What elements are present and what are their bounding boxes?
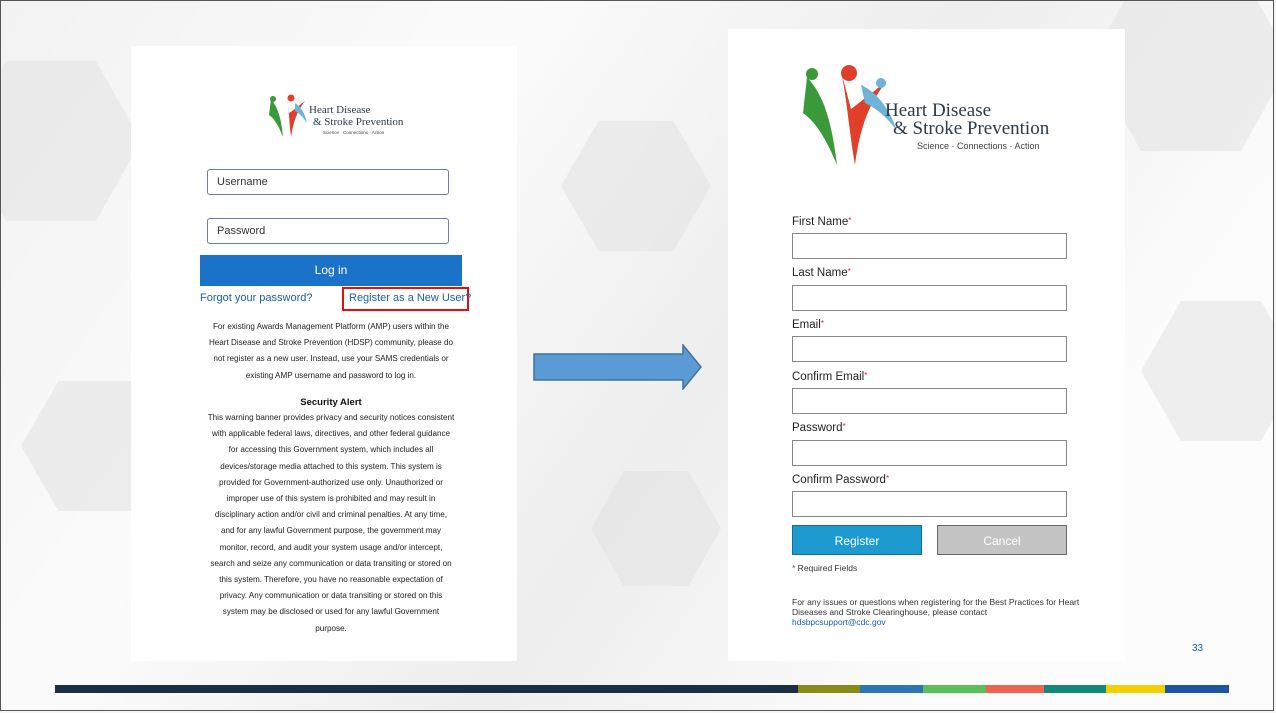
label-text: Confirm Email [792, 371, 865, 383]
footer-bar-segment [55, 685, 798, 693]
amp-users-notice: For existing Awards Management Platform … [191, 319, 471, 384]
required-marker: * [842, 422, 846, 431]
logo-figures-icon [269, 94, 307, 137]
logo-line1: Heart Disease [309, 104, 371, 116]
required-note-text: Required Fields [795, 563, 858, 573]
confirm-password-input[interactable] [792, 491, 1067, 517]
password-label: Password* [792, 422, 846, 434]
security-line: purpose. [315, 623, 347, 633]
required-marker: * [885, 474, 890, 483]
first-name-label: First Name* [792, 216, 851, 228]
email-label: Email* [792, 319, 824, 331]
background-hexagon [591, 471, 721, 586]
security-line: for accessing this Government system, wh… [228, 445, 434, 455]
security-line: search and seize any communication or da… [210, 558, 452, 568]
security-line: devices/storage media attached to this s… [220, 461, 442, 471]
right-arrow-icon [533, 344, 702, 390]
footer-bar-segment [923, 685, 986, 693]
logo-line2: & Stroke Prevention [313, 116, 404, 128]
contact-text: For any issues or questions when registe… [792, 597, 1080, 617]
support-contact-text: For any issues or questions when registe… [792, 597, 1082, 627]
label-text: Last Name [792, 267, 848, 279]
cancel-button[interactable]: Cancel [937, 525, 1067, 555]
background-hexagon [1141, 301, 1273, 441]
label-text: Email [792, 319, 821, 331]
confirm-email-label: Confirm Email* [792, 371, 867, 383]
register-new-user-link[interactable]: Register as a New User? [349, 292, 471, 304]
last-name-input[interactable] [792, 285, 1067, 311]
security-line: improper use of this system is prohibite… [226, 494, 436, 504]
required-marker: * [820, 319, 824, 328]
required-marker: * [848, 216, 852, 225]
notice-line: not register as a new user. Instead, use… [213, 354, 449, 364]
required-fields-note: * Required Fields [792, 563, 857, 573]
register-button[interactable]: Register [792, 525, 922, 555]
footer-bar-segment [860, 685, 923, 693]
logo-tagline: Science · Connections · Action [323, 130, 385, 135]
notice-line: Heart Disease and Stroke Prevention (HDS… [208, 338, 454, 348]
security-alert-text: This warning banner provides privacy and… [191, 410, 471, 637]
background-hexagon [561, 121, 711, 251]
security-line: with applicable federal laws, directives… [211, 429, 450, 439]
hdsp-logo-small: Heart Disease & Stroke Prevention Scienc… [267, 93, 407, 143]
page-number: 33 [1192, 643, 1204, 654]
security-alert-title: Security Alert [300, 397, 362, 408]
footer-bar-segment [1165, 685, 1229, 693]
security-line: this system. Therefore, you have no reas… [219, 575, 443, 585]
label-text: Confirm Password [792, 474, 886, 486]
label-text: Password [792, 422, 843, 434]
forgot-password-link[interactable]: Forgot your password? [200, 292, 313, 304]
confirm-email-input[interactable] [792, 388, 1067, 414]
login-button[interactable]: Log in [200, 255, 462, 286]
email-input[interactable] [792, 336, 1067, 362]
security-line: privacy. Any communication or data trans… [219, 591, 443, 601]
security-line: monitor, record, and audit your system u… [219, 542, 443, 552]
security-line: provided for Government-authorized use o… [219, 477, 443, 487]
required-marker: * [864, 371, 868, 380]
security-line: and for any lawful Government purpose, t… [221, 526, 441, 536]
background-hexagon [1, 61, 141, 221]
logo-tagline: Science · Connections · Action [917, 141, 1040, 151]
notice-line: For existing Awards Management Platform … [212, 322, 449, 331]
slide: Heart Disease & Stroke Prevention Scienc… [0, 0, 1274, 711]
support-email-link[interactable]: hdsbpcsupport@cdc.gov [792, 617, 886, 627]
security-line: system may be disclosed or used for any … [222, 607, 440, 617]
footer-bar-segment [1106, 685, 1165, 693]
logo-line2: & Stroke Prevention [893, 118, 1050, 139]
confirm-password-label: Confirm Password* [792, 474, 889, 486]
last-name-label: Last Name* [792, 267, 851, 279]
label-text: First Name [792, 216, 849, 228]
security-line: This warning banner provides privacy and… [207, 413, 455, 422]
security-line: disciplinary action and/or civil and cri… [214, 510, 448, 520]
username-input[interactable]: Username [207, 169, 449, 195]
footer-bar-segment [798, 685, 860, 693]
notice-line: existing AMP username and password to lo… [245, 370, 417, 380]
hdsp-logo-large: Heart Disease & Stroke Prevention Scienc… [801, 61, 1071, 171]
required-marker: * [847, 267, 851, 276]
password-input[interactable]: Password [207, 218, 449, 244]
password-input-register[interactable] [792, 440, 1067, 466]
footer-bar-segment [986, 685, 1044, 693]
first-name-input[interactable] [792, 233, 1067, 259]
footer-bar-segment [1044, 685, 1106, 693]
